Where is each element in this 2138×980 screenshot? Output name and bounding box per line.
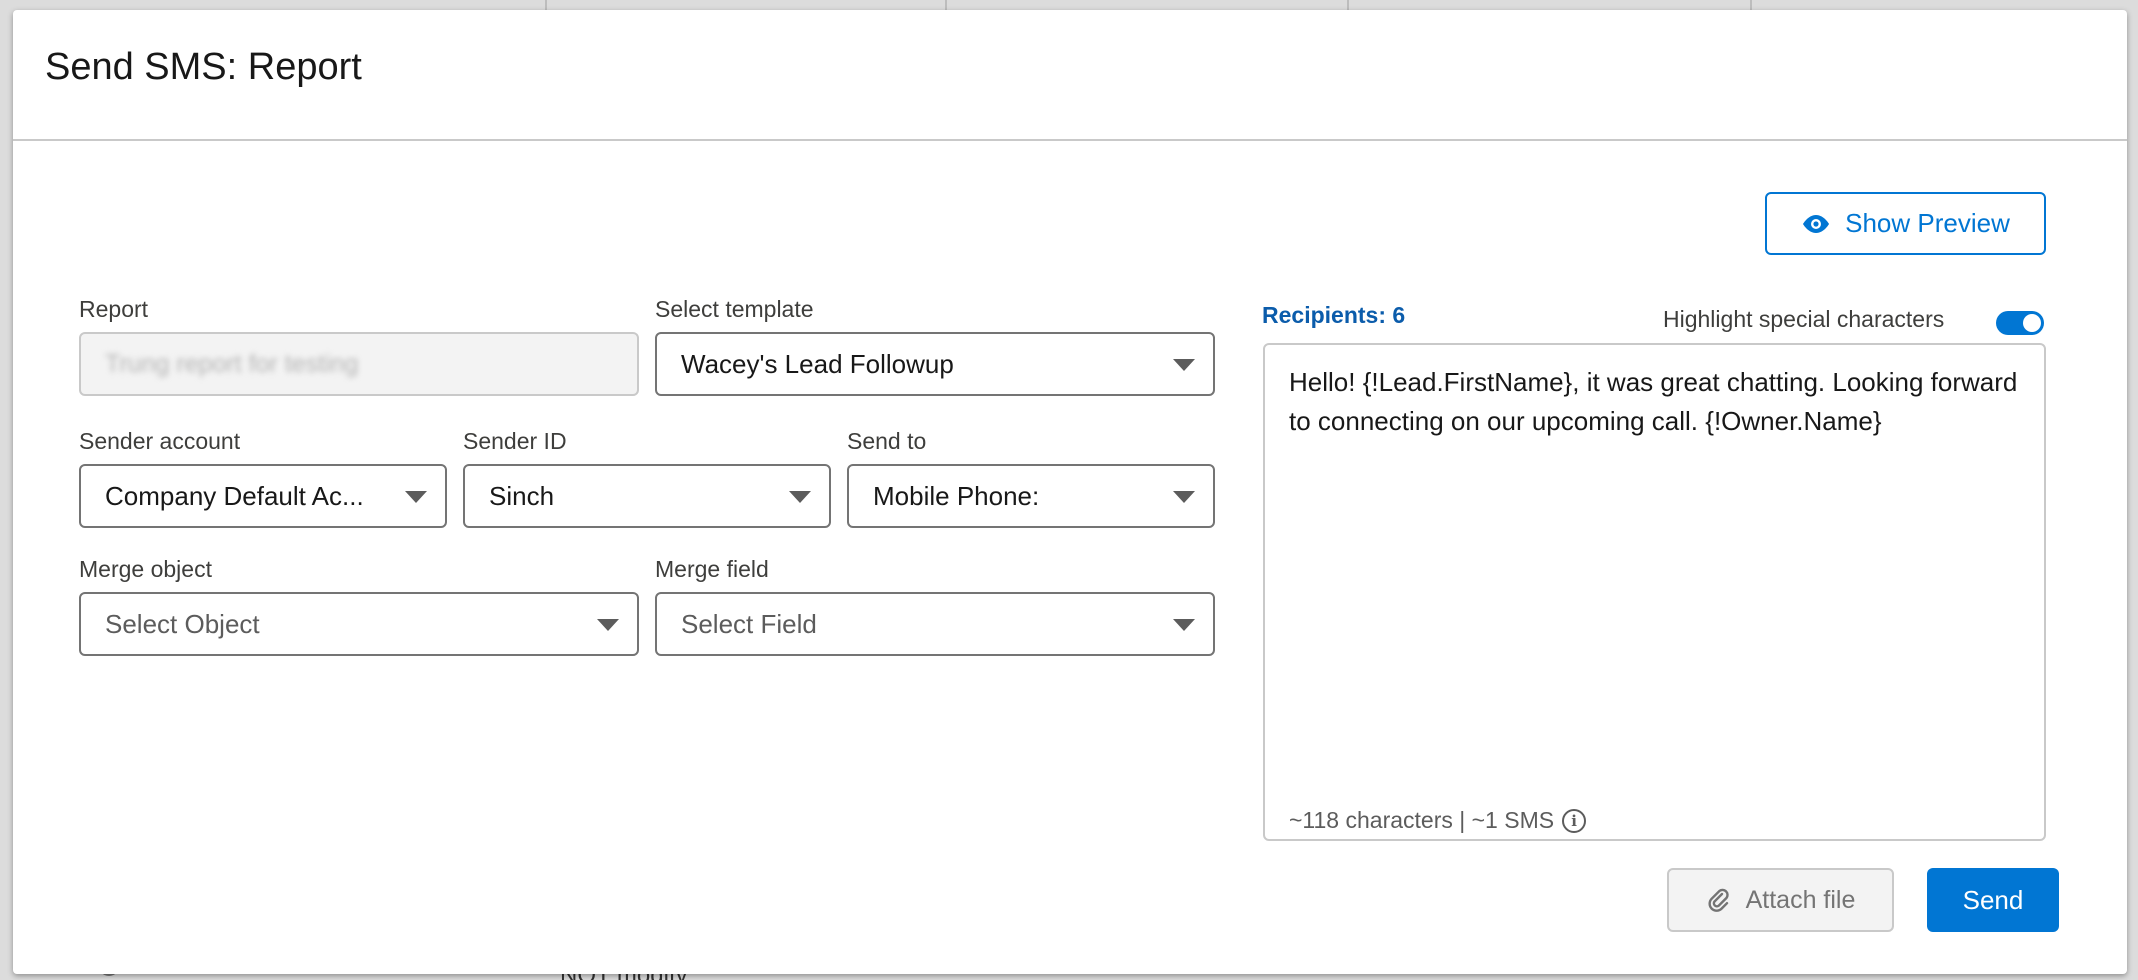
character-count-text: ~118 characters | ~1 SMS [1289, 807, 1555, 833]
send-to-value: Mobile Phone: [873, 480, 1040, 511]
modal-header: Send SMS: Report [13, 10, 2127, 141]
info-icon[interactable]: i [1562, 808, 1587, 833]
eye-icon [1803, 214, 1830, 233]
attach-file-button[interactable]: Attach file [1667, 868, 1894, 932]
sender-id-select[interactable]: Sinch [463, 464, 831, 528]
send-button[interactable]: Send [1927, 868, 2059, 932]
attach-file-label: Attach file [1745, 885, 1856, 914]
template-label: Select template [655, 296, 814, 322]
template-value: Wacey's Lead Followup [681, 348, 954, 379]
paperclip-icon [1708, 888, 1729, 912]
send-sms-modal: Send SMS: Report Show Preview Report Tru… [13, 10, 2127, 974]
merge-object-select[interactable]: Select Object [79, 592, 639, 656]
show-preview-button[interactable]: Show Preview [1765, 192, 2046, 255]
sender-account-label: Sender account [79, 428, 241, 454]
report-field: Trung report for testing [79, 332, 639, 396]
merge-field-label: Merge field [655, 556, 769, 582]
send-to-label: Send to [847, 428, 927, 454]
chevron-down-icon [1173, 359, 1195, 371]
highlight-special-characters-toggle[interactable] [1996, 311, 2044, 335]
sender-account-value: Company Default Ac... [105, 480, 364, 511]
toggle-knob [2023, 314, 2041, 332]
show-preview-label: Show Preview [1845, 208, 2010, 238]
template-select[interactable]: Wacey's Lead Followup [655, 332, 1215, 396]
highlight-special-characters-label: Highlight special characters [1663, 306, 1945, 332]
chevron-down-icon [405, 491, 427, 503]
report-label: Report [79, 296, 149, 322]
message-text: Hello! {!Lead.FirstName}, it was great c… [1289, 367, 2018, 436]
send-to-select[interactable]: Mobile Phone: [847, 464, 1215, 528]
chevron-down-icon [597, 619, 619, 631]
chevron-down-icon [789, 491, 811, 503]
merge-field-placeholder: Select Field [681, 608, 817, 639]
sender-id-value: Sinch [489, 480, 555, 511]
chevron-down-icon [1173, 491, 1195, 503]
modal-title: Send SMS: Report [45, 46, 362, 88]
merge-object-label: Merge object [79, 556, 212, 582]
merge-object-placeholder: Select Object [105, 608, 260, 639]
chevron-down-icon [1173, 619, 1195, 631]
sender-id-label: Sender ID [463, 428, 567, 454]
report-value: Trung report for testing [105, 349, 359, 378]
merge-field-select[interactable]: Select Field [655, 592, 1215, 656]
sender-account-select[interactable]: Company Default Ac... [79, 464, 447, 528]
recipients-count: Recipients: 6 [1262, 302, 1406, 328]
character-count: ~118 characters | ~1 SMS i [1289, 807, 1587, 834]
message-textarea[interactable]: Hello! {!Lead.FirstName}, it was great c… [1263, 343, 2046, 841]
